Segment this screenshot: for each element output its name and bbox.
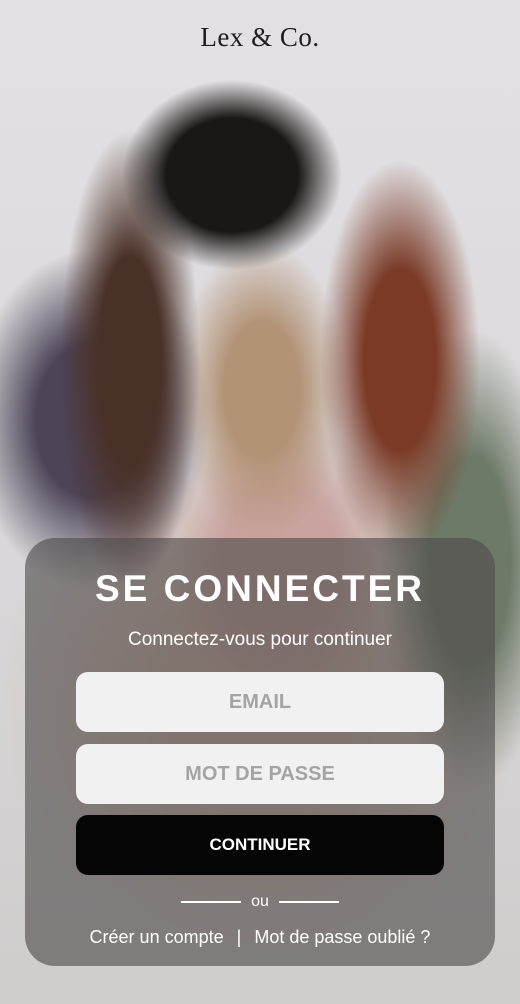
divider-line-left [181,901,242,903]
or-divider: ou [0,893,520,911]
password-field[interactable] [76,744,444,804]
forgot-password-link[interactable]: Mot de passe oublié ? [254,927,430,947]
login-title: SE CONNECTER [95,568,425,609]
email-field[interactable] [76,672,444,732]
create-account-link[interactable]: Créer un compte [90,927,224,947]
login-subtitle: Connectez-vous pour continuer [127,629,393,650]
divider-line-right [278,901,339,903]
divider-text: ou [251,893,269,910]
continue-button[interactable]: CONTINUER [76,815,444,875]
brand-logo: Lex & Co. [200,22,320,52]
account-links: Créer un compte | Mot de passe oublié ? [0,927,520,948]
link-separator: | [236,927,242,947]
